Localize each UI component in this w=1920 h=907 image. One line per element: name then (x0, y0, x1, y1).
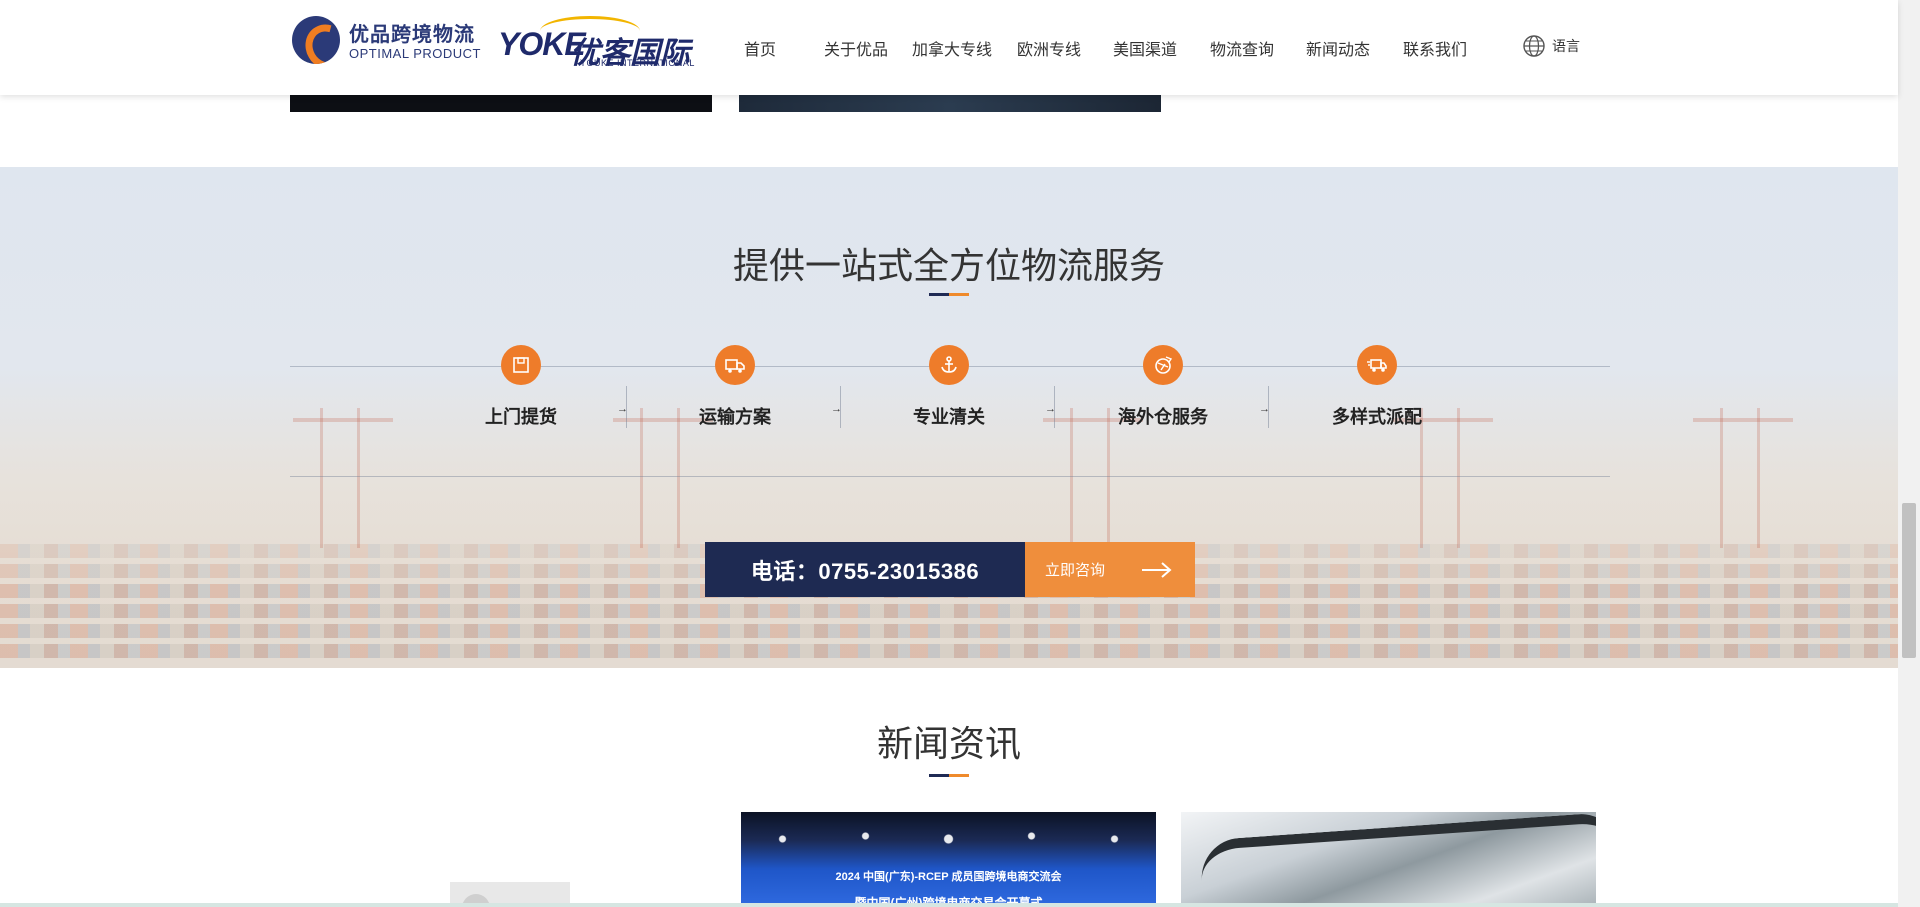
arrow-right-icon: → (831, 403, 842, 415)
service-item-overseas-warehouse[interactable]: 海外仓服务 (1103, 345, 1223, 445)
truck-icon (715, 345, 755, 385)
pickup-box-icon (501, 345, 541, 385)
yoke-logo-sub: YOUKE INTERNATIONAL (580, 58, 695, 68)
service-label: 多样式派配 (1332, 407, 1422, 427)
service-label: 上门提货 (485, 407, 557, 427)
globe-plane-icon (1143, 345, 1183, 385)
title-underline (929, 774, 969, 777)
consult-now-button[interactable]: 立即咨询 (1025, 542, 1195, 597)
logo-cn-text: 优品跨境物流 (349, 24, 475, 46)
language-switcher[interactable]: 语言 (1522, 34, 1580, 58)
news-title: 新闻资讯 (876, 723, 1021, 764)
arrow-right-icon: → (617, 403, 628, 415)
arrow-right-icon: → (1045, 403, 1056, 415)
news-card-banner-text: 2024 中国(广东)-RCEP 成员国跨境电商交流会 (835, 871, 1062, 883)
language-label: 语言 (1552, 38, 1580, 54)
news-card-image[interactable] (1181, 812, 1596, 907)
globe-icon (1523, 35, 1545, 57)
service-item-customs[interactable]: 专业清关 (889, 345, 1009, 445)
phone-number[interactable]: 电话：0755-23015386 (705, 542, 1025, 597)
service-item-transport[interactable]: 运输方案 (675, 345, 795, 445)
nav-item-contact[interactable]: 联系我们 (1403, 36, 1467, 60)
service-item-pickup[interactable]: 上门提货 (461, 345, 581, 445)
scrollbar-thumb[interactable] (1902, 503, 1916, 658)
yoke-logo[interactable]: YOKE 优客国际 YOUKE INTERNATIONAL (498, 14, 694, 70)
previous-section-image[interactable] (739, 95, 1161, 112)
service-label: 专业清关 (913, 407, 985, 427)
nav-item-about[interactable]: 关于优品 (824, 36, 888, 60)
divider (290, 476, 1610, 477)
delivery-truck-icon (1357, 345, 1397, 385)
arrow-right-icon: → (1259, 403, 1270, 415)
scrollbar[interactable] (1898, 0, 1920, 907)
youpin-logo[interactable]: 优品跨境物流 OPTIMAL PRODUCT (292, 16, 482, 66)
page-bottom-strip (0, 903, 1898, 907)
nav-item-europe[interactable]: 欧洲专线 (1017, 36, 1081, 60)
contact-cta: 电话：0755-23015386 立即咨询 (705, 542, 1195, 597)
nav-item-tracking[interactable]: 物流查询 (1210, 36, 1274, 60)
anchor-icon (929, 345, 969, 385)
service-item-delivery[interactable]: 多样式派配 (1317, 345, 1437, 445)
nav-item-news[interactable]: 新闻动态 (1306, 36, 1370, 60)
service-label: 运输方案 (699, 407, 771, 427)
title-underline (929, 293, 969, 296)
logo-en-text: OPTIMAL PRODUCT (349, 46, 481, 61)
service-label: 海外仓服务 (1118, 407, 1208, 427)
site-header: 优品跨境物流 OPTIMAL PRODUCT YOKE 优客国际 YOUKE I… (0, 0, 1898, 95)
consult-label: 立即咨询 (1045, 562, 1106, 579)
nav-item-usa[interactable]: 美国渠道 (1113, 36, 1177, 60)
arrow-right-icon (1142, 561, 1172, 578)
nav-item-canada[interactable]: 加拿大专线 (912, 36, 992, 60)
news-card-image[interactable]: 2024 中国(广东)-RCEP 成员国跨境电商交流会 暨中国(广州)跨境电商交… (741, 812, 1156, 907)
previous-section-image[interactable] (290, 95, 712, 112)
services-title: 提供一站式全方位物流服务 (732, 245, 1165, 286)
youpin-logo-mark-icon (292, 16, 340, 64)
services-section: 提供一站式全方位物流服务 上门提货 运输方案 专业清关 海外仓服务 多样式派配 … (0, 167, 1898, 668)
nav-item-home[interactable]: 首页 (744, 36, 776, 60)
